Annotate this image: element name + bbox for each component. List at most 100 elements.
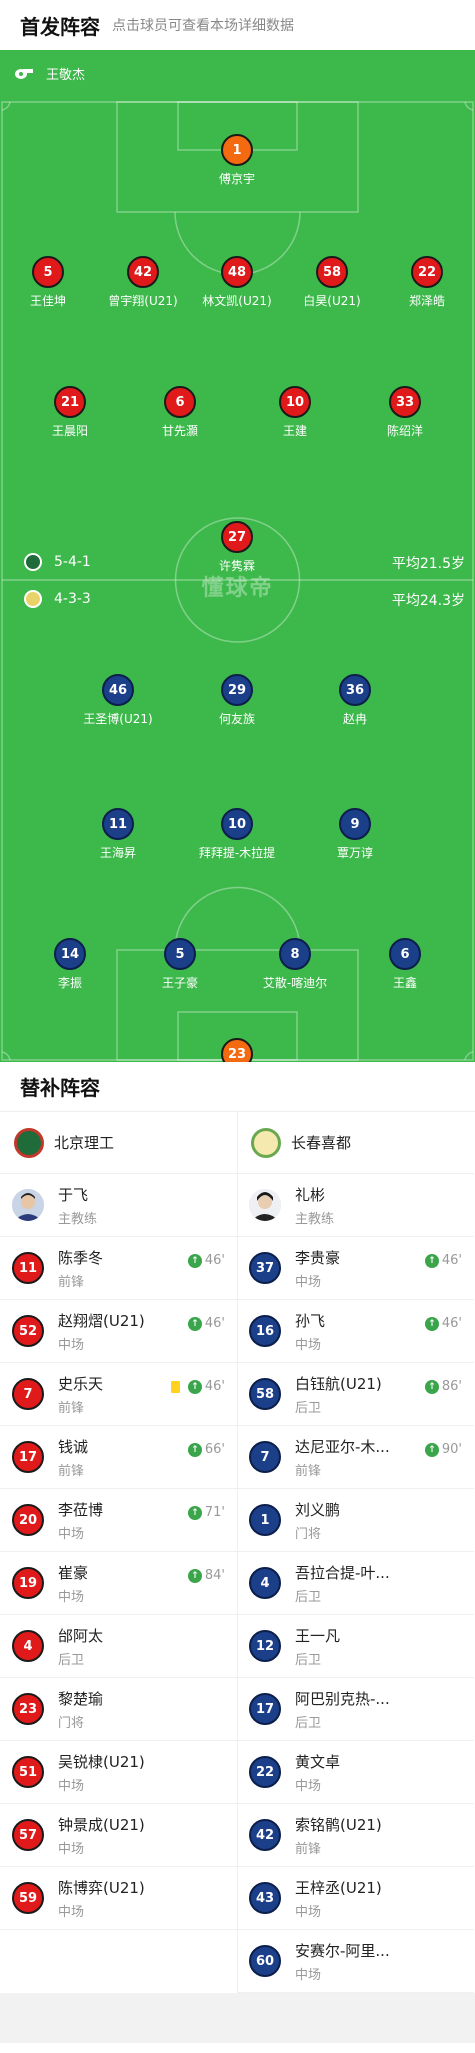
home-player[interactable]: 22 郑泽皓 [367, 256, 475, 309]
jersey-number: 37 [249, 1252, 281, 1284]
sub-player-row[interactable]: 4 吾拉合提-叶... 后卫 [237, 1552, 474, 1615]
coach-name: 于飞 [58, 1185, 89, 1204]
player-position: 前锋 [58, 1274, 85, 1290]
away-player[interactable]: 29 何友族 [177, 674, 297, 727]
sub-player-row[interactable]: 7 史乐天 前锋 ↑ 46' [0, 1363, 237, 1426]
away-player[interactable]: 36 赵冉 [295, 674, 415, 727]
player-name: 陈绍洋 [386, 424, 423, 438]
jersey-number: 11 [12, 1252, 44, 1284]
away-player[interactable]: 23胡皓然 [177, 1038, 297, 1062]
player-name: 覃万谆 [336, 846, 373, 860]
jersey-number: 57 [12, 1819, 44, 1851]
sub-in-info: ↑ 84' [187, 1568, 225, 1583]
player-position: 中场 [58, 1337, 85, 1353]
player-position: 中场 [58, 1778, 85, 1794]
player-position: 后卫 [295, 1400, 322, 1416]
sub-player-row[interactable]: 16 孙飞 中场 ↑ 46' [237, 1300, 474, 1363]
home-player[interactable]: 21 王晨阳 [10, 386, 130, 439]
sub-player-row[interactable]: 23 黎楚瑜 门将 [0, 1678, 237, 1741]
player-position: 门将 [295, 1526, 322, 1542]
sub-player-row[interactable]: 17 钱诚 前锋 ↑ 66' [0, 1426, 237, 1489]
away-player[interactable]: 14 李振 [10, 938, 130, 991]
player-name: 钱诚 [58, 1437, 89, 1456]
away-player[interactable]: 46 王圣博(U21) [58, 674, 178, 727]
sub-player-row[interactable]: 52 赵翔熠(U21) 中场 ↑ 46' [0, 1300, 237, 1363]
away-player[interactable]: 9 覃万谆 [295, 808, 415, 861]
jersey-number: 7 [12, 1378, 44, 1410]
sub-player-row[interactable]: 57 钟景成(U21) 中场 [0, 1804, 237, 1867]
jersey-number: 52 [12, 1315, 44, 1347]
sub-in-icon: ↑ [187, 1253, 202, 1268]
sub-minute: 46' [204, 1379, 225, 1394]
coach-row[interactable]: 于飞 主教练 [0, 1174, 237, 1237]
jersey-number: 20 [12, 1504, 44, 1536]
sub-player-row[interactable]: 60 安赛尔-阿里... 中场 [237, 1930, 474, 1993]
player-name: 甘先灝 [161, 424, 198, 438]
sub-player-row[interactable]: 58 白钰航(U21) 后卫 ↑ 86' [237, 1363, 474, 1426]
player-name: 达尼亚尔-木... [295, 1437, 390, 1456]
player-info: 吴锐棣(U21) 中场 [58, 1751, 145, 1794]
player-position: 后卫 [295, 1589, 322, 1605]
jersey-number: 23 [221, 1038, 253, 1062]
team-row-right[interactable]: 长春喜都 [237, 1112, 474, 1174]
jersey-number: 9 [339, 808, 371, 840]
player-name: 李振 [57, 976, 82, 990]
coach-avatar [12, 1189, 44, 1221]
sub-player-row[interactable]: 12 王一凡 后卫 [237, 1615, 474, 1678]
sub-player-row[interactable]: 51 吴锐棣(U21) 中场 [0, 1741, 237, 1804]
away-formation-text: 4-3-3 [54, 591, 91, 607]
home-player[interactable]: 27 许隽霖 [177, 521, 297, 574]
sub-player-row[interactable]: 7 达尼亚尔-木... 前锋 ↑ 90' [237, 1426, 474, 1489]
jersey-number: 16 [249, 1315, 281, 1347]
sub-in-info: ↑ 46' [187, 1253, 225, 1268]
player-name: 安赛尔-阿里... [295, 1941, 390, 1960]
sub-player-row[interactable]: 22 黄文卓 中场 [237, 1741, 474, 1804]
home-player[interactable]: 33 陈绍洋 [345, 386, 465, 439]
sub-player-row[interactable]: 59 陈博弈(U21) 中场 [0, 1867, 237, 1930]
sub-player-row[interactable]: 20 李莅博 中场 ↑ 71' [0, 1489, 237, 1552]
home-team-badge-icon [24, 553, 42, 571]
sub-player-row[interactable]: 17 阿巴别克热-... 后卫 [237, 1678, 474, 1741]
sub-in-icon: ↑ [187, 1568, 202, 1583]
player-name: 吾拉合提-叶... [295, 1563, 390, 1582]
team-row-left[interactable]: 北京理工 [0, 1112, 237, 1174]
sub-in-icon: ↑ [187, 1316, 202, 1331]
player-name: 白钰航(U21) [295, 1374, 382, 1393]
sub-player-row[interactable]: 1 刘义鹏 门将 [237, 1489, 474, 1552]
player-info: 达尼亚尔-木... 前锋 [295, 1436, 390, 1479]
jersey-number: 58 [316, 256, 348, 288]
away-player[interactable]: 11 王海昇 [58, 808, 178, 861]
sub-player-row[interactable]: 11 陈季冬 前锋 ↑ 46' [0, 1237, 237, 1300]
player-name: 钟景成(U21) [58, 1815, 145, 1834]
jersey-number: 60 [249, 1945, 281, 1977]
coach-row[interactable]: 礼彬 主教练 [237, 1174, 474, 1237]
away-player[interactable]: 5 王子豪 [120, 938, 240, 991]
sub-player-row[interactable]: 19 崔豪 中场 ↑ 84' [0, 1552, 237, 1615]
sub-player-row[interactable]: 4 邰阿太 后卫 [0, 1615, 237, 1678]
home-player[interactable]: 10 王建 [235, 386, 355, 439]
player-name: 艾散-喀迪尔 [262, 976, 328, 990]
jersey-number: 58 [249, 1378, 281, 1410]
player-info: 王一凡 后卫 [295, 1625, 340, 1668]
player-name: 拜拜提-木拉提 [198, 846, 276, 860]
away-player[interactable]: 8 艾散-喀迪尔 [235, 938, 355, 991]
player-info: 刘义鹏 门将 [295, 1499, 340, 1542]
hint-text: 点击球员可查看本场详细数据 [112, 18, 294, 34]
jersey-number: 42 [249, 1819, 281, 1851]
sub-in-icon: ↑ [187, 1505, 202, 1520]
sub-player-row[interactable]: 43 王梓丞(U21) 中场 [237, 1867, 474, 1930]
jersey-number: 29 [221, 674, 253, 706]
jersey-number: 5 [164, 938, 196, 970]
player-info: 陈季冬 前锋 [58, 1247, 103, 1290]
jersey-number: 4 [12, 1630, 44, 1662]
sub-in-info: ↑ 46' [187, 1316, 225, 1331]
sub-in-icon: ↑ [424, 1316, 439, 1331]
home-player[interactable]: 6 甘先灝 [120, 386, 240, 439]
sub-player-row[interactable]: 37 李贵豪 中场 ↑ 46' [237, 1237, 474, 1300]
sub-player-row[interactable]: 42 索铭鹘(U21) 前锋 [237, 1804, 474, 1867]
away-player[interactable]: 6 王鑫 [345, 938, 465, 991]
player-position: 中场 [295, 1274, 322, 1290]
jersey-number: 1 [221, 134, 253, 166]
home-player[interactable]: 1 傅京宇 [177, 134, 297, 187]
away-player[interactable]: 10 拜拜提-木拉提 [177, 808, 297, 861]
